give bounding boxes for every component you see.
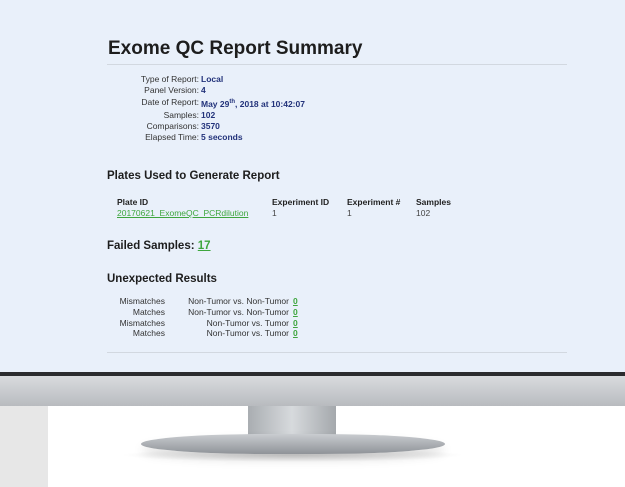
monitor-stand-base: [141, 434, 445, 454]
meta-row-comparisons: Comparisons: 3570: [146, 121, 220, 132]
col-plate-id: Plate ID: [117, 197, 149, 207]
bottom-divider: [107, 352, 567, 353]
monitor-screen: Exome QC Report Summary Type of Report: …: [0, 0, 625, 372]
meta-row-samples: Samples: 102: [163, 109, 216, 120]
plates-heading: Plates Used to Generate Report: [107, 170, 280, 182]
col-experiment-num: Experiment #: [347, 197, 401, 207]
plates-table-header: Plate ID Experiment ID Experiment # Samp…: [117, 197, 466, 208]
plates-table: Plate ID Experiment ID Experiment # Samp…: [117, 197, 466, 219]
unexpected-count-link[interactable]: 0: [293, 296, 298, 306]
experiment-num-cell: 1: [347, 208, 352, 218]
unexpected-heading: Unexpected Results: [107, 273, 217, 285]
col-samples: Samples: [416, 197, 451, 207]
list-item: Mismatches Non-Tumor vs. Non-Tumor 0: [119, 296, 298, 306]
table-row: 20170621_ExomeQC_PCRdilution 1 1 102: [117, 208, 466, 219]
title-divider: [107, 64, 567, 65]
failed-samples-label: Failed Samples:: [107, 240, 195, 252]
experiment-id-cell: 1: [272, 208, 277, 218]
unexpected-results-table: Mismatches Non-Tumor vs. Non-Tumor 0 Mat…: [108, 296, 313, 339]
report-title: Exome QC Report Summary: [108, 38, 363, 59]
report-meta: Type of Report: Local Panel Version: 4 D…: [108, 74, 408, 144]
monitor-chin: [0, 376, 625, 406]
failed-samples: Failed Samples: 17: [107, 240, 211, 252]
unexpected-count-link[interactable]: 0: [293, 307, 298, 317]
meta-row-elapsed: Elapsed Time: 5 seconds: [145, 132, 243, 143]
unexpected-count-link[interactable]: 0: [293, 328, 298, 338]
report-page: Exome QC Report Summary Type of Report: …: [0, 0, 625, 372]
failed-samples-count-link[interactable]: 17: [198, 240, 211, 252]
samples-cell: 102: [416, 208, 431, 218]
unexpected-count-link[interactable]: 0: [293, 318, 298, 328]
meta-row-date: Date of Report: May 29th, 2018 at 10:42:…: [141, 96, 305, 109]
plate-id-link[interactable]: 20170621_ExomeQC_PCRdilution: [117, 208, 248, 218]
col-experiment-id: Experiment ID: [272, 197, 330, 207]
meta-row-panel-version: Panel Version: 4: [144, 85, 206, 96]
meta-row-type: Type of Report: Local: [140, 74, 224, 84]
list-item: Mismatches Non-Tumor vs. Tumor 0: [119, 317, 298, 328]
list-item: Matches Non-Tumor vs. Non-Tumor 0: [132, 306, 298, 317]
list-item: Matches Non-Tumor vs. Tumor 0: [132, 328, 298, 339]
